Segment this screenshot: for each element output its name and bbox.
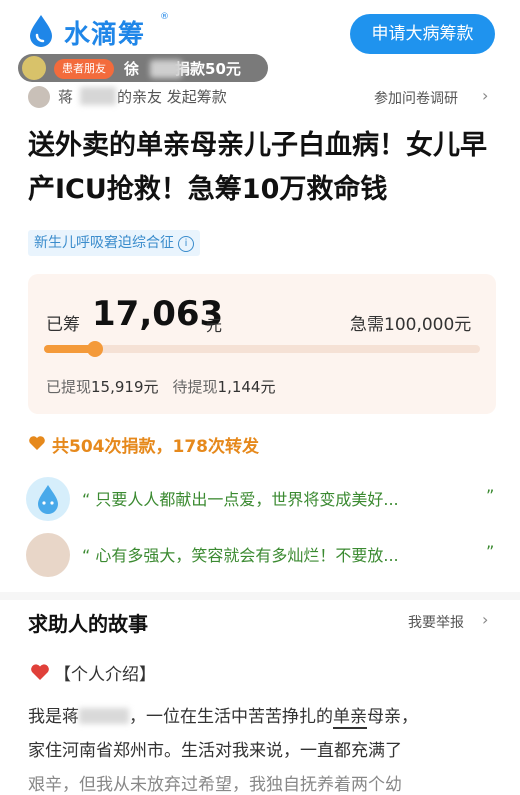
story-line: 我是蒋 ，一位在生活中苦苦挣扎的单亲母亲，: [28, 702, 418, 729]
initiator-name-redaction: [80, 87, 116, 105]
campaign-title: 送外卖的单亲母亲儿子白血病！女儿早产ICU抢救！急筹10万救命钱: [28, 130, 487, 205]
ticker-name-redaction: [150, 60, 182, 78]
donation-stats: 共504次捐款，178次转发: [52, 437, 259, 457]
message-text[interactable]: “ 心有多强大，笑容就会有多灿烂！不要放...: [82, 542, 399, 566]
quote-close: ”: [486, 542, 495, 561]
ticker-avatar: [22, 56, 46, 80]
raised-label: 已筹: [46, 315, 80, 335]
story-title: 求助人的故事: [28, 612, 148, 636]
initiator-avatar: [28, 86, 50, 108]
logo-text: 水滴筹: [64, 20, 146, 50]
progress-knob: [87, 341, 103, 357]
story-text: ，一位在生活中苦苦挣扎的: [129, 707, 333, 727]
ticker-badge: 患者朋友: [54, 59, 114, 79]
withdrawn-amount: 15,919元: [91, 378, 159, 396]
survey-link[interactable]: 参加问卷调研: [374, 88, 458, 108]
story-line: 艰辛，但我从未放弃过希望，我独自抚养着两个幼: [28, 775, 402, 795]
registered-mark: ®: [160, 12, 169, 22]
raised-amount: 17,063: [92, 294, 224, 334]
story-text: 母亲，: [367, 707, 418, 727]
water-drop-avatar-icon: [38, 485, 58, 514]
ticker-suffix: 捐款50元: [175, 60, 241, 78]
ticker-prefix: 徐: [124, 60, 140, 78]
story-highlight: 单亲: [333, 707, 367, 729]
heart-icon: [29, 436, 45, 450]
message-avatar: [26, 533, 70, 577]
initiator-prefix: 蒋: [58, 88, 74, 106]
withdrawn-label: 已提现: [46, 378, 92, 396]
raised-unit: 元: [206, 316, 223, 335]
progress-track: [44, 345, 480, 353]
pending-amount: 1,144元: [217, 378, 276, 396]
story-line: 家住河南省郑州市。生活对我来说，一直都充满了: [28, 741, 402, 761]
story-text: 我是蒋: [28, 707, 79, 727]
heart-icon: [31, 664, 49, 680]
chevron-right-icon[interactable]: ›: [482, 610, 488, 629]
report-link[interactable]: 我要举报: [408, 612, 464, 632]
apply-fundraising-button[interactable]: 申请大病筹款: [350, 14, 495, 54]
message-text[interactable]: “ 只要人人都献出一点爱，世界将变成美好...: [82, 486, 399, 510]
diagnosis-tag[interactable]: 新生儿呼吸窘迫综合征 i: [28, 230, 200, 256]
intro-label: 【个人介绍】: [54, 665, 156, 685]
chevron-right-icon[interactable]: ›: [482, 86, 488, 105]
pending-label: 待提现: [172, 378, 218, 396]
quote-close: ”: [486, 486, 495, 505]
target-amount: 急需100,000元: [350, 315, 472, 335]
name-redaction: [79, 708, 129, 724]
withdrawal-info: 已提现15,919元 待提现1,144元: [46, 376, 275, 397]
message-avatar: [26, 477, 70, 521]
info-icon[interactable]: i: [178, 236, 194, 252]
ticker-text: 徐 捐款50元: [124, 58, 241, 79]
diagnosis-tag-label: 新生儿呼吸窘迫综合征: [34, 235, 174, 251]
logo-drop-icon: [30, 15, 52, 47]
section-divider: [0, 592, 520, 600]
initiator-suffix: 的亲友 发起筹款: [117, 88, 227, 106]
